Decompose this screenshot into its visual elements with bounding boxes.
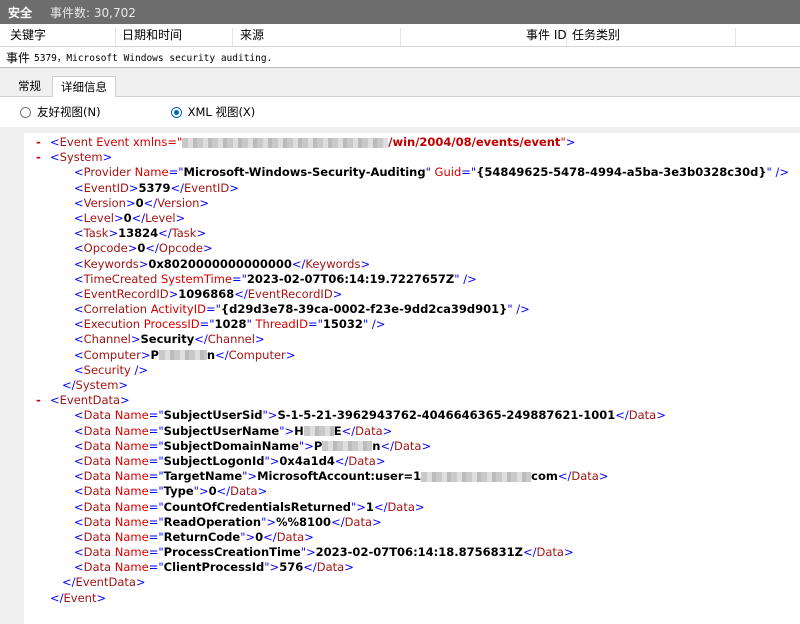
xml-data-line: <Data Name="ReturnCode">0</Data> xyxy=(74,529,314,544)
redacted-account xyxy=(421,471,532,482)
radio-checked-icon xyxy=(170,106,182,118)
xml-view-radio[interactable]: XML 视图(X) xyxy=(170,104,256,120)
xml-line-event-open: - <Event Event xmlns="/win/2004/08/event… xyxy=(36,135,576,150)
xml-line-system-open: - <System> xyxy=(36,150,113,165)
column-header-row: 关键字 日期和时间 来源 事件 ID 任务类别 xyxy=(0,24,800,47)
event-label: 事件 xyxy=(6,50,31,65)
xml-data-line: <Data Name="SubjectLogonId">0x4a1d4</Dat… xyxy=(74,453,386,468)
col-event-id[interactable]: 事件 ID xyxy=(526,26,567,43)
xml-line-level: <Level>0</Level> xyxy=(74,210,186,225)
xml-line-security: <Security /> xyxy=(74,362,149,377)
xml-line-system-close: </System> xyxy=(62,378,129,392)
tab-general[interactable]: 常规 xyxy=(10,76,49,96)
xml-line-version: <Version>0</Version> xyxy=(74,195,210,210)
xml-line-computer: <Computer>P n</Computer> xyxy=(74,347,296,362)
collapse-event-icon[interactable]: - xyxy=(36,135,41,150)
tab-details[interactable]: 详细信息 xyxy=(52,76,116,97)
xml-data-line: <Data Name="TargetName">MicrosoftAccount… xyxy=(74,469,609,484)
col-source[interactable]: 来源 xyxy=(240,26,264,43)
collapse-eventdata-icon[interactable]: - xyxy=(36,393,41,408)
xml-line-execution: <Execution ProcessID="1028" ThreadID="15… xyxy=(74,317,386,332)
xml-line-eventid: <EventID>5379</EventID> xyxy=(74,180,239,195)
col-keywords[interactable]: 关键字 xyxy=(10,26,46,43)
tab-strip: 常规 详细信息 xyxy=(0,68,800,97)
event-count: 事件数: 30,702 xyxy=(50,5,136,20)
xml-data-line: <Data Name="CountOfCredentialsReturned">… xyxy=(74,499,425,514)
xml-data-line: <Data Name="SubjectUserSid">S-1-5-21-396… xyxy=(74,408,666,423)
xml-line-eventrecordid: <EventRecordID>1096868</EventRecordID> xyxy=(74,286,343,301)
title-bar: 安全 事件数: 30,702 xyxy=(0,0,800,24)
xml-line-eventdata-close: </EventData> xyxy=(62,575,146,590)
xml-view-label: XML 视图(X) xyxy=(187,105,256,119)
friendly-view-label: 友好视图(N) xyxy=(37,105,101,119)
xml-data-line: <Data Name="Type">0</Data> xyxy=(74,484,268,499)
view-mode-options: 友好视图(N) XML 视图(X) xyxy=(0,96,800,127)
xml-line-keywords: <Keywords>0x8020000000000000</Keywords> xyxy=(74,256,371,271)
xml-data-line: <Data Name="ReadOperation">%%8100</Data> xyxy=(74,514,382,529)
redacted-username xyxy=(303,426,334,437)
redacted-namespace xyxy=(182,137,389,148)
xml-line-timecreated: <TimeCreated SystemTime="2023-02-07T06:1… xyxy=(74,271,477,286)
col-datetime[interactable]: 日期和时间 xyxy=(122,26,182,43)
xml-line-eventdata-open: - <EventData> xyxy=(36,393,130,408)
event-header: 事件 5379，Microsoft Windows security audit… xyxy=(0,47,800,68)
log-title: 安全 xyxy=(8,5,33,20)
xml-line-correlation: <Correlation ActivityID="{d29d3e78-39ca-… xyxy=(74,302,530,317)
xml-data-line: <Data Name="ProcessCreationTime">2023-02… xyxy=(74,545,574,560)
xml-view-panel[interactable]: - <Event Event xmlns="/win/2004/08/event… xyxy=(24,133,800,624)
xml-data-line: <Data Name="SubjectUserName">H E</Data> xyxy=(74,423,393,438)
xml-line-channel: <Channel>Security</Channel> xyxy=(74,332,265,347)
friendly-view-radio[interactable]: 友好视图(N) xyxy=(20,104,101,120)
xml-line-event-close: </Event> xyxy=(50,590,107,605)
xml-line-provider: <Provider Name="Microsoft-Windows-Securi… xyxy=(74,165,789,180)
radio-unchecked-icon xyxy=(20,106,31,118)
xml-line-opcode: <Opcode>0</Opcode> xyxy=(74,241,213,256)
redacted-domain xyxy=(322,441,373,452)
collapse-system-icon[interactable]: - xyxy=(36,150,41,165)
redacted-computer xyxy=(158,350,207,361)
xml-data-line: <Data Name="ClientProcessId">576</Data> xyxy=(74,560,354,575)
col-task-category[interactable]: 任务类别 xyxy=(572,26,620,43)
xml-data-line: <Data Name="SubjectDomainName">P n</Data> xyxy=(74,438,432,453)
event-summary: 5379，Microsoft Windows security auditing… xyxy=(34,53,273,64)
xml-line-task: <Task>13824</Task> xyxy=(74,226,207,241)
